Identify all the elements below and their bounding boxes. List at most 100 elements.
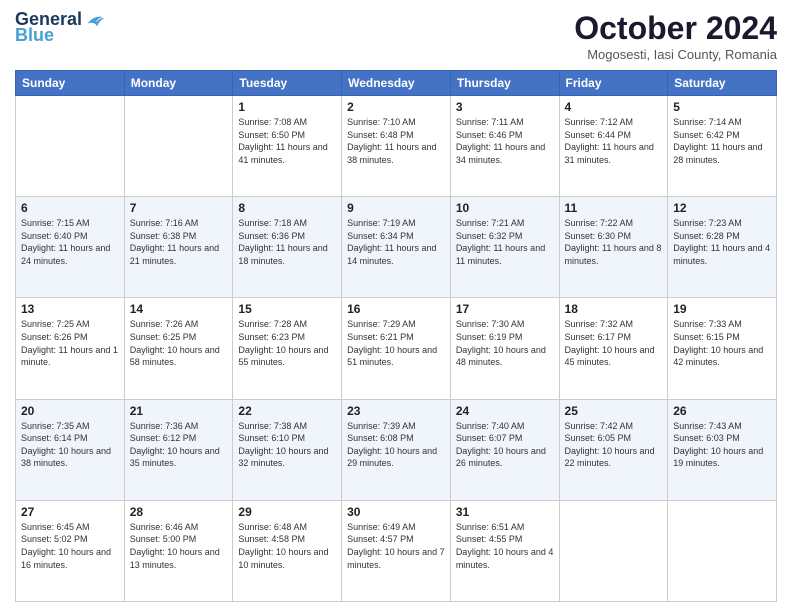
calendar-cell: 5Sunrise: 7:14 AM Sunset: 6:42 PM Daylig… bbox=[668, 96, 777, 197]
day-number: 29 bbox=[238, 505, 336, 519]
calendar-week-3: 13 Sunrise: 7:25 AM Sunset: 6:26 PM Dayli… bbox=[16, 298, 777, 399]
calendar-cell: 17Sunrise: 7:30 AM Sunset: 6:19 PM Dayli… bbox=[450, 298, 559, 399]
calendar-cell bbox=[124, 96, 233, 197]
calendar-cell: 24 Sunrise: 7:40 AM Sunset: 6:07 PM Dayli… bbox=[450, 399, 559, 500]
calendar-week-2: 6 Sunrise: 7:15 AM Sunset: 6:40 PM Daylig… bbox=[16, 197, 777, 298]
day-number: 21 bbox=[130, 404, 228, 418]
title-area: October 2024 Mogosesti, Iasi County, Rom… bbox=[574, 10, 777, 62]
day-info: Sunrise: 7:11 AM Sunset: 6:46 PM Dayligh… bbox=[456, 116, 554, 166]
day-info: Sunrise: 7:19 AM Sunset: 6:34 PM Dayligh… bbox=[347, 217, 445, 267]
day-info: Sunrise: 7:38 AM Sunset: 6:10 PM Dayligh… bbox=[238, 420, 336, 470]
calendar-cell bbox=[559, 500, 668, 601]
day-number: 28 bbox=[130, 505, 228, 519]
day-info: Sunrise: 7:40 AM Sunset: 6:07 PM Dayligh… bbox=[456, 420, 554, 470]
day-info: Sunrise: 7:29 AM Sunset: 6:21 PM Dayligh… bbox=[347, 318, 445, 368]
calendar-cell: 11 Sunrise: 7:22 AM Sunset: 6:30 PM Dayli… bbox=[559, 197, 668, 298]
day-info: Sunrise: 7:43 AM Sunset: 6:03 PM Dayligh… bbox=[673, 420, 771, 470]
calendar-cell: 14 Sunrise: 7:26 AM Sunset: 6:25 PM Dayli… bbox=[124, 298, 233, 399]
calendar-cell: 30 Sunrise: 6:49 AM Sunset: 4:57 PM Dayli… bbox=[342, 500, 451, 601]
calendar-cell bbox=[16, 96, 125, 197]
calendar-cell: 12 Sunrise: 7:23 AM Sunset: 6:28 PM Dayli… bbox=[668, 197, 777, 298]
day-number: 1 bbox=[238, 100, 336, 114]
day-number: 26 bbox=[673, 404, 771, 418]
calendar-cell: 18 Sunrise: 7:32 AM Sunset: 6:17 PM Dayli… bbox=[559, 298, 668, 399]
calendar-cell: 21 Sunrise: 7:36 AM Sunset: 6:12 PM Dayli… bbox=[124, 399, 233, 500]
calendar-cell: 8 Sunrise: 7:18 AM Sunset: 6:36 PM Daylig… bbox=[233, 197, 342, 298]
calendar-cell: 1 Sunrise: 7:08 AM Sunset: 6:50 PM Daylig… bbox=[233, 96, 342, 197]
page: General Blue October 2024 Mogosesti, Ias… bbox=[0, 0, 792, 612]
day-info: Sunrise: 6:49 AM Sunset: 4:57 PM Dayligh… bbox=[347, 521, 445, 571]
day-info: Sunrise: 7:14 AM Sunset: 6:42 PM Dayligh… bbox=[673, 116, 771, 166]
calendar-cell: 16Sunrise: 7:29 AM Sunset: 6:21 PM Dayli… bbox=[342, 298, 451, 399]
day-number: 4 bbox=[565, 100, 663, 114]
day-info: Sunrise: 7:32 AM Sunset: 6:17 PM Dayligh… bbox=[565, 318, 663, 368]
calendar-cell: 26 Sunrise: 7:43 AM Sunset: 6:03 PM Dayli… bbox=[668, 399, 777, 500]
day-info: Sunrise: 6:46 AM Sunset: 5:00 PM Dayligh… bbox=[130, 521, 228, 571]
logo: General Blue bbox=[15, 10, 104, 46]
calendar-cell: 4Sunrise: 7:12 AM Sunset: 6:44 PM Daylig… bbox=[559, 96, 668, 197]
day-number: 8 bbox=[238, 201, 336, 215]
day-number: 23 bbox=[347, 404, 445, 418]
calendar-week-5: 27Sunrise: 6:45 AM Sunset: 5:02 PM Dayli… bbox=[16, 500, 777, 601]
day-info: Sunrise: 7:10 AM Sunset: 6:48 PM Dayligh… bbox=[347, 116, 445, 166]
day-header-thursday: Thursday bbox=[450, 71, 559, 96]
day-info: Sunrise: 7:16 AM Sunset: 6:38 PM Dayligh… bbox=[130, 217, 228, 267]
day-header-saturday: Saturday bbox=[668, 71, 777, 96]
day-info: Sunrise: 7:08 AM Sunset: 6:50 PM Dayligh… bbox=[238, 116, 336, 166]
calendar-cell: 7 Sunrise: 7:16 AM Sunset: 6:38 PM Daylig… bbox=[124, 197, 233, 298]
day-number: 25 bbox=[565, 404, 663, 418]
day-number: 30 bbox=[347, 505, 445, 519]
calendar-cell: 10Sunrise: 7:21 AM Sunset: 6:32 PM Dayli… bbox=[450, 197, 559, 298]
location: Mogosesti, Iasi County, Romania bbox=[574, 47, 777, 62]
day-info: Sunrise: 6:51 AM Sunset: 4:55 PM Dayligh… bbox=[456, 521, 554, 571]
day-info: Sunrise: 6:45 AM Sunset: 5:02 PM Dayligh… bbox=[21, 521, 119, 571]
logo-bird-icon bbox=[84, 10, 104, 30]
header: General Blue October 2024 Mogosesti, Ias… bbox=[15, 10, 777, 62]
day-number: 10 bbox=[456, 201, 554, 215]
day-info: Sunrise: 7:26 AM Sunset: 6:25 PM Dayligh… bbox=[130, 318, 228, 368]
calendar-cell: 6 Sunrise: 7:15 AM Sunset: 6:40 PM Daylig… bbox=[16, 197, 125, 298]
day-info: Sunrise: 7:35 AM Sunset: 6:14 PM Dayligh… bbox=[21, 420, 119, 470]
day-info: Sunrise: 7:18 AM Sunset: 6:36 PM Dayligh… bbox=[238, 217, 336, 267]
calendar-cell: 15Sunrise: 7:28 AM Sunset: 6:23 PM Dayli… bbox=[233, 298, 342, 399]
day-number: 12 bbox=[673, 201, 771, 215]
calendar-cell bbox=[668, 500, 777, 601]
calendar-cell: 25 Sunrise: 7:42 AM Sunset: 6:05 PM Dayli… bbox=[559, 399, 668, 500]
day-number: 11 bbox=[565, 201, 663, 215]
calendar-cell: 22 Sunrise: 7:38 AM Sunset: 6:10 PM Dayli… bbox=[233, 399, 342, 500]
day-info: Sunrise: 7:15 AM Sunset: 6:40 PM Dayligh… bbox=[21, 217, 119, 267]
day-header-wednesday: Wednesday bbox=[342, 71, 451, 96]
day-header-monday: Monday bbox=[124, 71, 233, 96]
calendar-cell: 19 Sunrise: 7:33 AM Sunset: 6:15 PM Dayli… bbox=[668, 298, 777, 399]
calendar-cell: 29Sunrise: 6:48 AM Sunset: 4:58 PM Dayli… bbox=[233, 500, 342, 601]
day-header-sunday: Sunday bbox=[16, 71, 125, 96]
day-number: 13 bbox=[21, 302, 119, 316]
day-number: 18 bbox=[565, 302, 663, 316]
day-info: Sunrise: 7:39 AM Sunset: 6:08 PM Dayligh… bbox=[347, 420, 445, 470]
day-number: 7 bbox=[130, 201, 228, 215]
day-info: Sunrise: 7:36 AM Sunset: 6:12 PM Dayligh… bbox=[130, 420, 228, 470]
day-info: Sunrise: 7:22 AM Sunset: 6:30 PM Dayligh… bbox=[565, 217, 663, 267]
day-number: 19 bbox=[673, 302, 771, 316]
calendar-cell: 28 Sunrise: 6:46 AM Sunset: 5:00 PM Dayli… bbox=[124, 500, 233, 601]
day-number: 6 bbox=[21, 201, 119, 215]
day-info: Sunrise: 7:28 AM Sunset: 6:23 PM Dayligh… bbox=[238, 318, 336, 368]
day-number: 22 bbox=[238, 404, 336, 418]
day-info: Sunrise: 7:25 AM Sunset: 6:26 PM Dayligh… bbox=[21, 318, 119, 368]
calendar-cell: 9 Sunrise: 7:19 AM Sunset: 6:34 PM Daylig… bbox=[342, 197, 451, 298]
day-info: Sunrise: 7:33 AM Sunset: 6:15 PM Dayligh… bbox=[673, 318, 771, 368]
day-info: Sunrise: 7:23 AM Sunset: 6:28 PM Dayligh… bbox=[673, 217, 771, 267]
day-header-friday: Friday bbox=[559, 71, 668, 96]
calendar-cell: 27Sunrise: 6:45 AM Sunset: 5:02 PM Dayli… bbox=[16, 500, 125, 601]
day-number: 20 bbox=[21, 404, 119, 418]
calendar-table: SundayMondayTuesdayWednesdayThursdayFrid… bbox=[15, 70, 777, 602]
day-number: 9 bbox=[347, 201, 445, 215]
day-number: 14 bbox=[130, 302, 228, 316]
day-header-tuesday: Tuesday bbox=[233, 71, 342, 96]
calendar-header-row: SundayMondayTuesdayWednesdayThursdayFrid… bbox=[16, 71, 777, 96]
day-number: 31 bbox=[456, 505, 554, 519]
calendar-cell: 31 Sunrise: 6:51 AM Sunset: 4:55 PM Dayli… bbox=[450, 500, 559, 601]
logo-blue: Blue bbox=[15, 26, 54, 46]
day-number: 24 bbox=[456, 404, 554, 418]
day-info: Sunrise: 7:42 AM Sunset: 6:05 PM Dayligh… bbox=[565, 420, 663, 470]
